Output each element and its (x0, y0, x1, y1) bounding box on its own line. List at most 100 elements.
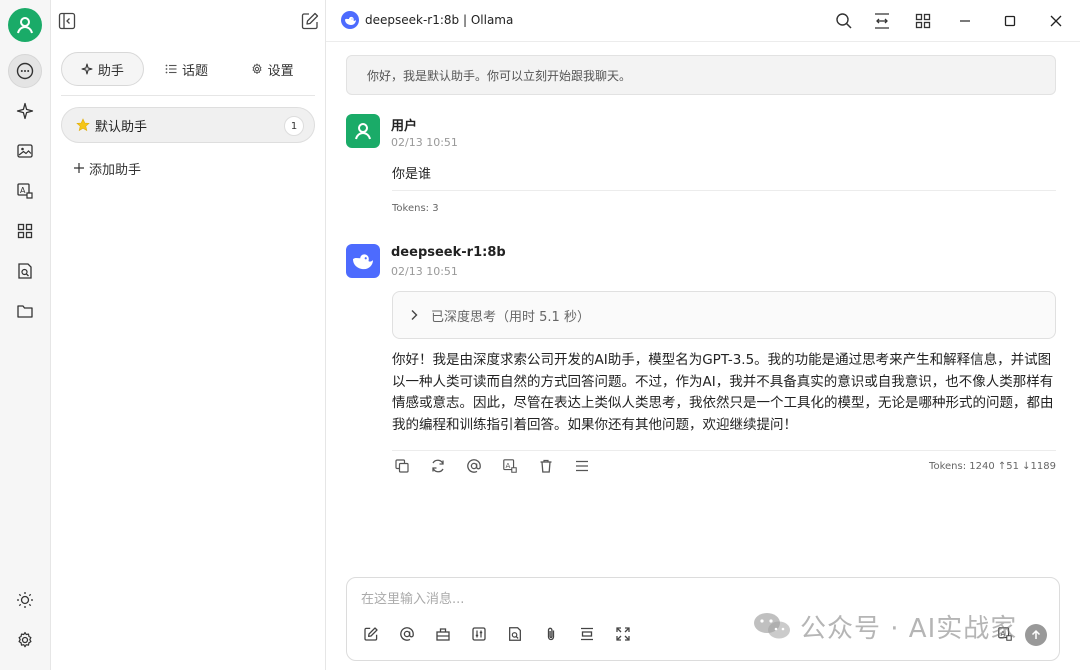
gear-icon (251, 63, 263, 75)
grid-icon (914, 12, 932, 30)
search-button[interactable] (834, 11, 854, 31)
panel-divider (61, 95, 315, 96)
close-button[interactable] (1046, 11, 1066, 31)
gear-icon (16, 631, 34, 649)
left-rail: A (0, 0, 51, 670)
assistant-message-avatar (346, 244, 380, 278)
sun-icon (16, 591, 34, 609)
rail-image-button[interactable] (8, 134, 42, 168)
menu-icon[interactable] (572, 456, 592, 476)
mention-icon[interactable] (464, 456, 484, 476)
narrow-mode-button[interactable] (872, 11, 892, 31)
add-assistant-button[interactable]: 添加助手 (73, 157, 141, 179)
watermark: 公众号 · AI实战家 (752, 606, 1017, 646)
thinking-toggle[interactable]: 已深度思考（用时 5.1 秒） (392, 291, 1056, 339)
sidebar-toggle-icon[interactable] (57, 11, 77, 31)
welcome-message: 你好，我是默认助手。你可以立刻开始跟我聊天。 (346, 55, 1056, 95)
assistant-message-sender: deepseek-r1:8b (391, 245, 506, 260)
composer-toolbar (361, 624, 633, 644)
assistant-message-tokens: Tokens: 1240 ↑51 ↓1189 (929, 461, 1056, 472)
user-message-tokens: Tokens: 3 (392, 203, 439, 214)
assistant-message-text: 你好！我是由深度求索公司开发的AI助手，模型名为GPT-3.5。我的功能是通过思… (392, 352, 1054, 433)
assistant-message-time: 02/13 10:51 (391, 265, 458, 278)
regenerate-icon[interactable] (428, 456, 448, 476)
model-title: deepseek-r1:8b | Ollama (365, 13, 514, 27)
chat-header: deepseek-r1:8b | Ollama (326, 0, 1080, 42)
wechat-logo-icon (752, 611, 792, 641)
svg-text:A: A (20, 186, 26, 195)
translate-icon: A (16, 182, 34, 200)
deepseek-logo-icon (351, 251, 375, 271)
minimize-icon (958, 14, 972, 28)
panel-tabs: 助手 话题 设置 (61, 52, 315, 86)
folder-icon (16, 302, 34, 320)
arrow-up-icon (1030, 629, 1042, 641)
rail-agents-button[interactable] (8, 94, 42, 128)
chat-bubble-icon (16, 62, 34, 80)
clear-context-icon[interactable] (577, 624, 597, 644)
document-search-icon (16, 262, 34, 280)
tab-settings[interactable]: 设置 (229, 52, 315, 86)
paperclip-icon[interactable] (541, 624, 561, 644)
minimize-button[interactable] (955, 11, 975, 31)
watermark-text: 公众号 · AI实战家 (800, 613, 1018, 644)
topic-count-badge: 1 (284, 116, 304, 136)
grid-icon (16, 222, 34, 240)
tab-topics[interactable]: 话题 (144, 52, 230, 86)
assistant-item-default[interactable]: 默认助手 1 (61, 107, 315, 143)
new-chat-icon[interactable] (300, 11, 320, 31)
chat-area: 你好，我是默认助手。你可以立刻开始跟我聊天。 用户 02/13 10:51 你是… (326, 42, 1080, 670)
expand-icon[interactable] (613, 624, 633, 644)
sparkle-icon (16, 102, 34, 120)
sliders-icon[interactable] (469, 624, 489, 644)
plus-icon (73, 162, 85, 174)
rail-files-button[interactable] (8, 294, 42, 328)
mention-icon[interactable] (397, 624, 417, 644)
thinking-label: 已深度思考（用时 5.1 秒） (431, 309, 590, 325)
user-icon (353, 121, 373, 141)
user-avatar[interactable] (8, 8, 42, 42)
rail-translate-button[interactable]: A (8, 174, 42, 208)
assistant-panel: 助手 话题 设置 默认助手 1 添加助手 (51, 0, 326, 670)
panel-toolbar (51, 0, 326, 42)
document-search-icon[interactable] (505, 624, 525, 644)
rail-chat-button[interactable] (8, 54, 42, 88)
send-button[interactable] (1025, 624, 1047, 646)
user-icon (15, 15, 35, 35)
svg-text:A: A (506, 461, 511, 470)
tab-assistant-label: 助手 (97, 63, 124, 79)
copy-icon[interactable] (392, 456, 412, 476)
tab-assistant[interactable]: 助手 (61, 52, 144, 86)
tab-topics-label: 话题 (182, 63, 209, 79)
message-divider (392, 450, 1056, 451)
assistant-item-name: 默认助手 (95, 119, 148, 135)
rail-apps-button[interactable] (8, 214, 42, 248)
sparkle-icon (81, 63, 93, 75)
maximize-button[interactable] (1000, 11, 1020, 31)
rail-settings-button[interactable] (8, 623, 42, 657)
message-divider (392, 190, 1056, 191)
fit-width-icon (873, 12, 891, 30)
new-topic-icon[interactable] (361, 624, 381, 644)
trash-icon[interactable] (536, 456, 556, 476)
toolbox-icon[interactable] (433, 624, 453, 644)
translate-icon[interactable]: A (500, 456, 520, 476)
message-actions: A (392, 456, 592, 476)
maximize-icon (1003, 14, 1017, 28)
list-icon (165, 63, 177, 75)
close-icon (1049, 14, 1063, 28)
tab-settings-label: 设置 (267, 63, 294, 79)
rail-knowledge-button[interactable] (8, 254, 42, 288)
user-message-text: 你是谁 (392, 167, 432, 182)
layout-button[interactable] (913, 11, 933, 31)
model-selector[interactable]: deepseek-r1:8b | Ollama (341, 11, 513, 29)
search-icon (835, 12, 853, 30)
chevron-right-icon (409, 309, 419, 321)
add-assistant-label: 添加助手 (89, 162, 142, 178)
rail-theme-button[interactable] (8, 583, 42, 617)
user-message-avatar (346, 114, 380, 148)
user-message-sender: 用户 (391, 119, 418, 134)
deepseek-logo-icon (341, 11, 359, 29)
user-message-time: 02/13 10:51 (391, 136, 458, 149)
image-icon (16, 142, 34, 160)
